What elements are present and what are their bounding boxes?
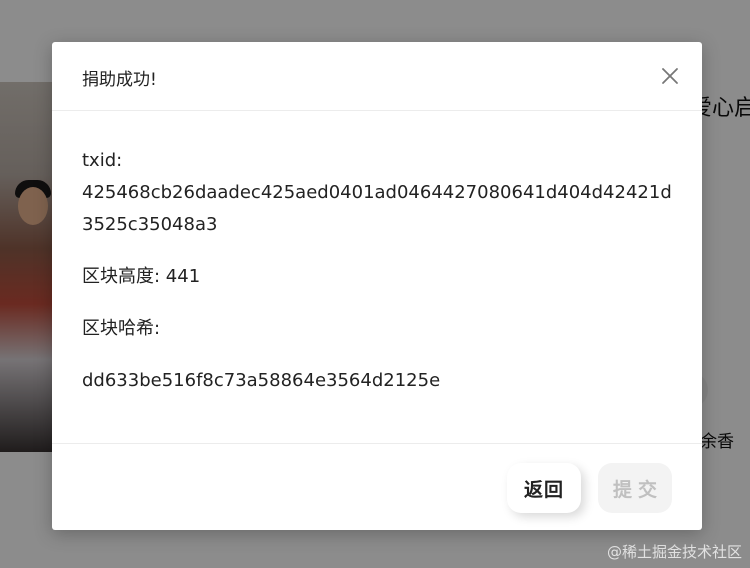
watermark: @稀土掘金技术社区	[606, 543, 742, 561]
page: 爱心启 余香 @稀土掘金技术社区 捐助成功! txid: 425468cb26d…	[0, 0, 750, 568]
close-icon[interactable]	[660, 66, 680, 86]
dialog-body: txid: 425468cb26daadec425aed0401ad046442…	[82, 145, 682, 417]
block-hash-value: dd633be516f8c73a58864e3564d2125e	[82, 370, 441, 391]
block-height: 区块高度: 441	[82, 266, 201, 287]
dialog-title: 捐助成功!	[82, 70, 157, 90]
dialog-header: 捐助成功!	[52, 42, 702, 111]
back-button[interactable]: 返回	[507, 463, 581, 513]
block-hash-label: 区块哈希:	[82, 318, 161, 339]
txid-value: 425468cb26daadec425aed0401ad046442708064…	[82, 182, 672, 235]
txid-section: txid: 425468cb26daadec425aed0401ad046442…	[82, 145, 682, 241]
dialog-footer: 返回 提交	[52, 443, 702, 531]
txid-label: txid:	[82, 150, 123, 171]
donation-success-dialog: 捐助成功! txid: 425468cb26daadec425aed0401ad…	[52, 42, 702, 530]
submit-button[interactable]: 提交	[598, 463, 672, 513]
